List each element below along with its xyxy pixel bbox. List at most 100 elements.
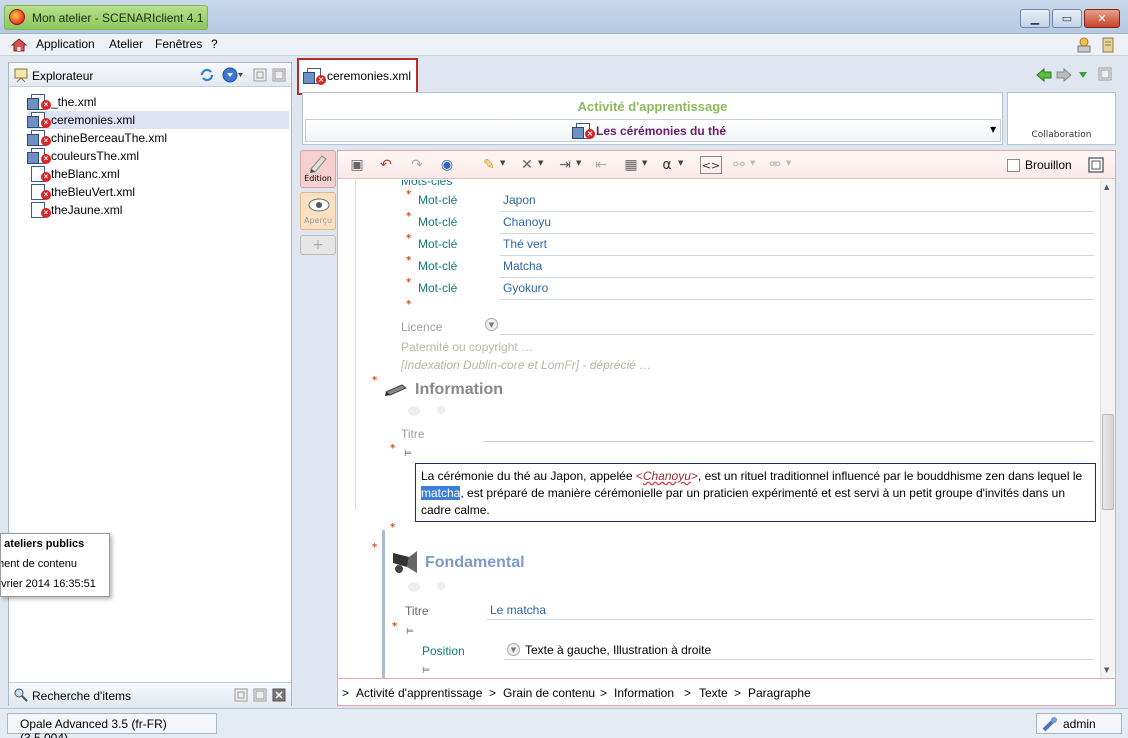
keyword-value[interactable]: Matcha [503,259,542,273]
code-view-icon[interactable]: <> [700,156,722,174]
unlink-icon[interactable]: ⚮ [766,156,784,174]
undo-icon[interactable]: ↶ [377,156,395,174]
maximize-panel-icon[interactable] [272,68,286,82]
chevron-down-icon[interactable]: ▼ [750,159,755,167]
scroll-thumb[interactable] [1102,414,1114,510]
minimize-panel-icon[interactable] [234,688,248,702]
options-dropdown-icon[interactable] [222,67,244,83]
minimize-panel-icon[interactable] [253,68,267,82]
chevron-down-icon[interactable]: ▼ [576,159,581,167]
position-value[interactable]: Texte à gauche, Illustration à droite [525,643,711,657]
tab-edition[interactable]: Édition [300,150,336,188]
chevron-down-icon[interactable]: ▼ [642,159,647,167]
menu-atelier[interactable]: Atelier [109,37,143,51]
breadcrumb-item[interactable]: Grain de contenu [503,686,595,700]
back-arrow-icon[interactable] [1036,67,1052,83]
file-item[interactable]: × theBleuVert.xml [27,183,135,201]
collaboration-panel[interactable]: Collaboration [1007,92,1116,145]
user-name: admin [1063,717,1096,731]
indent-icon[interactable]: ⇥ [556,156,574,174]
highlight-icon[interactable]: ✎ [480,156,498,174]
error-icon: × [41,118,51,128]
section-options-icon[interactable] [437,406,445,414]
options-icon[interactable]: ◉ [438,156,456,174]
redo-icon[interactable]: ↷ [408,156,426,174]
breadcrumb-item[interactable]: Activité d'apprentissage [356,686,482,700]
file-item[interactable]: × _the.xml [27,93,96,111]
breadcrumb-item[interactable]: Information [614,686,674,700]
maximize-panel-icon[interactable] [253,688,267,702]
file-item[interactable]: × theJaune.xml [27,201,122,219]
maximize-button[interactable]: ▭ [1052,9,1082,28]
menu-help[interactable]: ? [211,37,218,51]
keyword-value[interactable]: Thé vert [503,237,547,251]
position-dropdown-icon[interactable]: ▼ [507,643,520,656]
error-icon: × [585,129,595,139]
tools-icon[interactable] [1099,36,1117,54]
tab-apercu[interactable]: Aperçu [300,192,336,230]
file-item[interactable]: × theBlanc.xml [27,165,120,183]
close-panel-icon[interactable] [272,688,286,702]
draft-checkbox[interactable] [1007,159,1020,172]
user-box[interactable]: admin [1036,713,1122,734]
paragraph-editor[interactable]: La cérémonie du thé au Japon, appelée <C… [415,463,1096,522]
file-item[interactable]: × ceremonies.xml [27,111,289,129]
chevron-down-icon[interactable]: ▼ [500,159,505,167]
breadcrumb-item[interactable]: Paragraphe [748,686,811,700]
outdent-icon[interactable]: ⇤ [592,156,610,174]
add-view-button[interactable]: + [300,235,336,255]
close-button[interactable]: ✕ [1084,9,1120,28]
paternite-label[interactable]: Paternité ou copyright … [401,340,533,354]
keyword-label: Mot-clé [418,237,458,251]
chevron-down-icon[interactable]: ▼ [538,159,543,167]
menu-application[interactable]: Application [36,37,95,51]
special-char-icon[interactable]: α [658,156,676,174]
matcha-selection[interactable]: matcha [421,486,461,500]
field-underline [500,299,1094,300]
activity-name: Les cérémonies du thé [596,124,727,138]
titre-label: Titre [405,604,429,618]
licence-dropdown-icon[interactable]: ▼ [485,318,498,331]
history-dropdown-icon[interactable] [1078,70,1088,80]
field-underline [500,233,1094,234]
breadcrumb-item[interactable]: Texte [699,686,728,700]
document-tab[interactable]: × ceremonies.xml [297,58,418,95]
menu-fenetres[interactable]: Fenêtres [155,37,202,51]
fondamental-title[interactable]: Fondamental [425,554,525,572]
link-icon[interactable]: ⚯ [730,156,748,174]
save-icon[interactable]: ▣ [348,156,366,174]
section-options-icon[interactable] [408,582,420,592]
required-marker: * [406,277,412,288]
keyword-value[interactable]: Japon [503,193,536,207]
keyword-value[interactable]: Gyokuro [503,281,548,295]
status-bar: Opale Advanced 3.5 (fr-FR) (3.5.004) adm… [0,708,1128,738]
refresh-icon[interactable] [199,67,215,83]
section-options-icon[interactable] [408,406,420,416]
keyword-value[interactable]: Chanoyu [503,215,551,229]
editor-scrollbar[interactable]: ▲ ▼ [1100,180,1115,678]
minimize-button[interactable]: ▁ [1020,9,1050,28]
breadcrumb-separator: > [600,686,608,700]
close-icon: ✕ [1097,12,1107,25]
chevron-down-icon[interactable]: ▼ [786,159,791,167]
section-options-icon[interactable] [437,582,445,590]
chanoyu-term[interactable]: Chanoyu [643,469,691,483]
fullscreen-icon[interactable] [1088,157,1104,173]
scroll-down-icon[interactable]: ▼ [1104,666,1109,674]
required-marker: * [390,522,396,533]
fondamental-titre-value[interactable]: Le matcha [490,603,546,617]
file-item[interactable]: × chineBerceauThe.xml [27,129,167,147]
information-title[interactable]: Information [415,381,503,399]
connection-icon[interactable] [1075,36,1093,54]
field-underline [484,441,1094,442]
activity-selector[interactable]: × Les cérémonies du thé ▼ [305,119,1001,142]
forward-arrow-icon[interactable] [1056,67,1072,83]
chevron-down-icon[interactable]: ▼ [678,159,683,167]
scroll-up-icon[interactable]: ▲ [1104,183,1109,191]
file-item[interactable]: × couleursThe.xml [27,147,139,165]
clear-format-icon[interactable]: ✕ [518,156,536,174]
indexation-label[interactable]: [Indexation Dublin-core et LomFr] - dépr… [401,358,651,372]
home-icon[interactable] [11,38,27,52]
maximize-editor-icon[interactable] [1098,67,1112,81]
table-icon[interactable]: ▦ [622,156,640,174]
